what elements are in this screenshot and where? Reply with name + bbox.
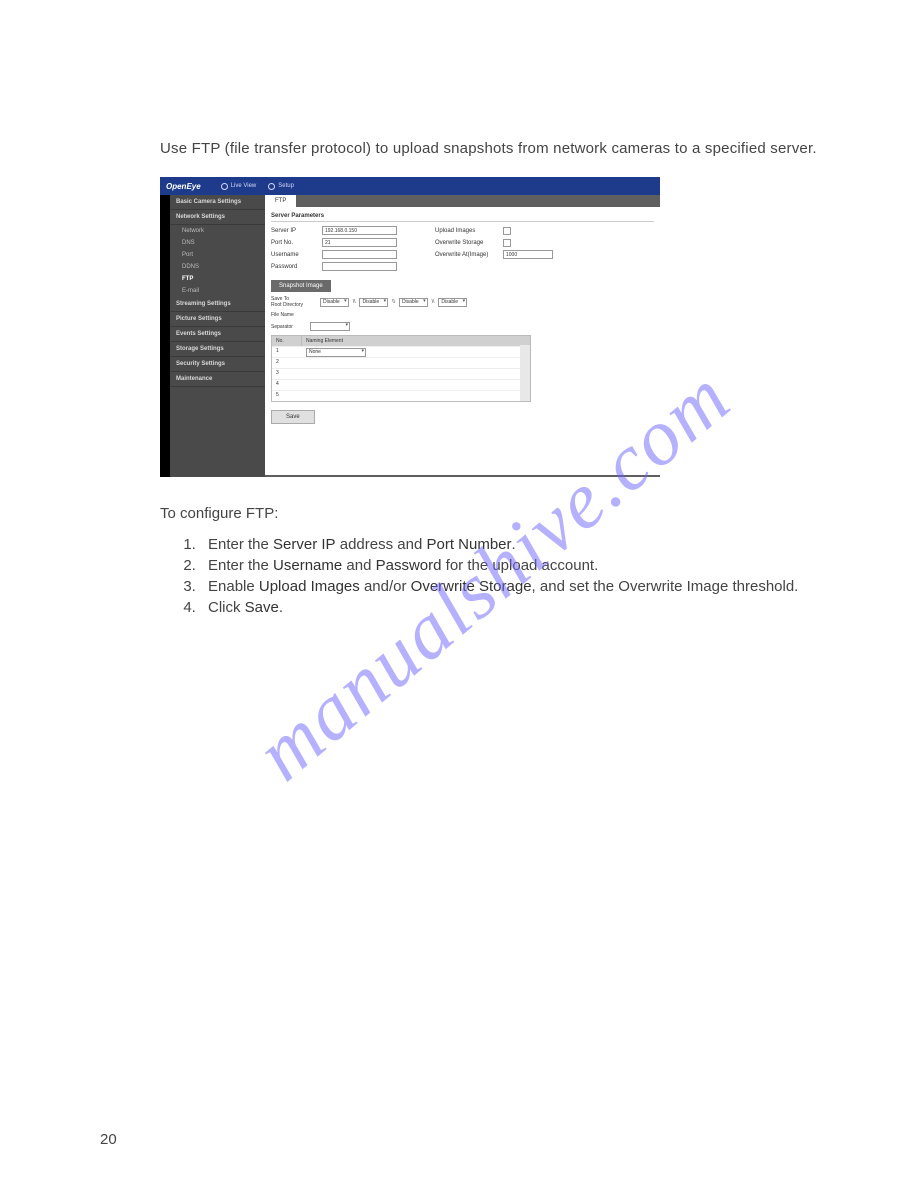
sidebar-sub-network[interactable]: Network (170, 225, 265, 237)
intro-text: Use FTP (file transfer protocol) to uplo… (160, 140, 838, 157)
sidebar-sub-port[interactable]: Port (170, 249, 265, 261)
sidebar-item-security[interactable]: Security Settings (170, 357, 265, 372)
table-row: 1 None (272, 346, 530, 357)
label-separator: Separator (271, 324, 306, 330)
sidebar-sub-dns[interactable]: DNS (170, 237, 265, 249)
col-header-no: No. (272, 336, 302, 346)
table-row: 2 (272, 357, 530, 368)
label-root-directory: Root Directory (271, 302, 303, 308)
sidebar-sub-ftp[interactable]: FTP (170, 273, 265, 285)
input-server-ip[interactable]: 192.168.0.150 (322, 226, 397, 235)
app-titlebar: OpenEye Live View Setup (160, 177, 660, 195)
page-number: 20 (100, 1131, 117, 1148)
tab-ftp[interactable]: FTP (265, 195, 296, 207)
sidebar-item-network-settings[interactable]: Network Settings (170, 210, 265, 225)
table-row: 4 (272, 379, 530, 390)
input-port-no[interactable]: 21 (322, 238, 397, 247)
table-scrollbar[interactable] (520, 345, 530, 401)
select-dir-1[interactable]: Disable (320, 298, 349, 307)
label-server-ip: Server IP (271, 228, 316, 234)
checkbox-upload-images[interactable] (503, 227, 511, 235)
col-header-naming-element: Naming Element (302, 336, 530, 346)
label-username: Username (271, 252, 316, 258)
sidebar-item-picture[interactable]: Picture Settings (170, 312, 265, 327)
sidebar-item-basic-camera[interactable]: Basic Camera Settings (170, 195, 265, 210)
configure-heading: To configure FTP: (160, 505, 838, 522)
ftp-settings-screenshot: OpenEye Live View Setup Basic Camera Set… (160, 177, 660, 477)
gear-icon (268, 183, 275, 190)
select-dir-4[interactable]: Disable (438, 298, 467, 307)
subtab-snapshot-image[interactable]: Snapshot Image (271, 280, 331, 292)
step-2: Enter the Username and Password for the … (200, 557, 838, 574)
label-overwrite-storage: Overwrite Storage (435, 240, 497, 246)
input-username[interactable] (322, 250, 397, 259)
separator-2: \\ (392, 299, 395, 305)
settings-sidebar: Basic Camera Settings Network Settings N… (170, 195, 265, 477)
label-overwrite-at: Overwrite At(Image) (435, 252, 497, 258)
label-upload-images: Upload Images (435, 228, 497, 234)
eye-icon (221, 183, 228, 190)
table-row: 5 (272, 390, 530, 401)
nav-live-view[interactable]: Live View (221, 183, 257, 190)
input-password[interactable] (322, 262, 397, 271)
label-file-name: File Name (271, 312, 294, 318)
naming-element-table: No. Naming Element 1 None 2 3 4 5 (271, 335, 531, 402)
select-dir-3[interactable]: Disable (399, 298, 428, 307)
input-overwrite-at[interactable]: 1000 (503, 250, 553, 259)
save-button[interactable]: Save (271, 410, 315, 424)
steps-list: Enter the Server IP address and Port Num… (200, 536, 838, 616)
label-port-no: Port No. (271, 240, 316, 246)
select-separator[interactable] (310, 322, 350, 331)
table-row: 3 (272, 368, 530, 379)
select-naming-1[interactable]: None (306, 348, 366, 357)
separator-3: \\ (432, 299, 435, 305)
sidebar-item-maintenance[interactable]: Maintenance (170, 372, 265, 387)
step-4: Click Save. (200, 599, 838, 616)
sidebar-item-streaming[interactable]: Streaming Settings (170, 297, 265, 312)
sidebar-item-events[interactable]: Events Settings (170, 327, 265, 342)
checkbox-overwrite-storage[interactable] (503, 239, 511, 247)
step-3: Enable Upload Images and/or Overwrite St… (200, 578, 838, 595)
sidebar-item-storage[interactable]: Storage Settings (170, 342, 265, 357)
sidebar-sub-email[interactable]: E-mail (170, 285, 265, 297)
step-1: Enter the Server IP address and Port Num… (200, 536, 838, 553)
sidebar-sub-ddns[interactable]: DDNS (170, 261, 265, 273)
brand-logo: OpenEye (166, 182, 201, 191)
nav-setup[interactable]: Setup (268, 183, 294, 190)
label-password: Password (271, 264, 316, 270)
sidebar-gutter (160, 195, 170, 477)
separator-1: \\ (353, 299, 356, 305)
section-server-parameters: Server Parameters (271, 213, 654, 222)
select-dir-2[interactable]: Disable (359, 298, 388, 307)
